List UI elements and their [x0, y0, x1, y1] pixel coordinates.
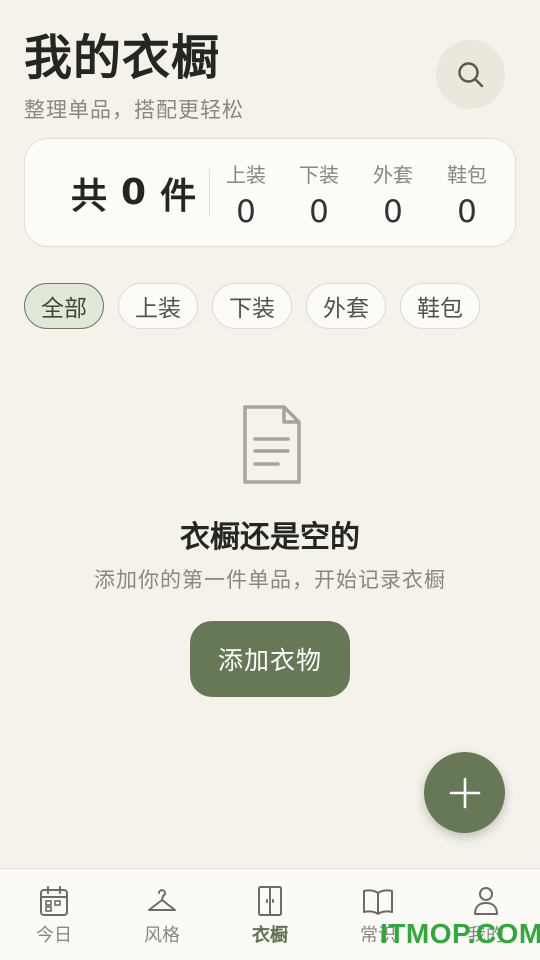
- book-icon: [363, 889, 393, 915]
- summary-card: 共 0 件 上装 0 下装 0 外套 0 鞋包 0: [24, 138, 516, 247]
- tab-wardrobe[interactable]: 衣橱: [216, 869, 324, 960]
- divider: [209, 169, 210, 217]
- filter-chip-all[interactable]: 全部: [24, 283, 104, 329]
- tab-label: 风格: [144, 925, 180, 946]
- empty-title: 衣橱还是空的: [180, 520, 360, 555]
- stat-outerwear: 外套 0: [363, 159, 423, 230]
- stat-value: 0: [236, 194, 256, 230]
- total-number: 0: [121, 172, 149, 213]
- tab-today[interactable]: 今日: [0, 869, 108, 960]
- tab-style[interactable]: 风格: [108, 869, 216, 960]
- page-title: 我的衣橱: [24, 30, 221, 86]
- total-count: 共 0 件: [71, 139, 198, 246]
- header: 我的衣橱 整理单品，搭配更轻松: [24, 28, 244, 124]
- calendar-icon: [40, 886, 68, 916]
- stat-shoes-bags: 鞋包 0: [437, 159, 497, 230]
- stat-label: 上装: [226, 163, 266, 187]
- search-icon: [457, 61, 483, 87]
- stat-label: 下装: [299, 163, 339, 187]
- wardrobe-icon: [258, 886, 282, 916]
- empty-subtitle: 添加你的第一件单品，开始记录衣橱: [94, 568, 446, 592]
- filter-chip-tops[interactable]: 上装: [118, 283, 198, 329]
- stat-label: 外套: [373, 163, 413, 187]
- tab-label: 今日: [36, 925, 72, 946]
- stat-tops: 上装 0: [216, 159, 276, 230]
- stat-bottoms: 下装 0: [289, 159, 349, 230]
- hanger-icon: [148, 889, 176, 911]
- watermark: ITMOP.COM: [380, 918, 540, 949]
- filter-chip-bottoms[interactable]: 下装: [212, 283, 292, 329]
- total-prefix: 共: [71, 175, 110, 217]
- add-clothing-button[interactable]: 添加衣物: [190, 621, 350, 697]
- search-button[interactable]: [436, 40, 505, 109]
- stat-value: 0: [309, 194, 329, 230]
- total-suffix: 件: [160, 175, 199, 217]
- filter-chip-outerwear[interactable]: 外套: [306, 283, 386, 329]
- tab-label: 衣橱: [252, 925, 288, 946]
- stat-value: 0: [383, 194, 403, 230]
- person-icon: [474, 887, 498, 915]
- plus-icon: [449, 777, 480, 808]
- filter-chips: 全部 上装 下装 外套 鞋包: [24, 283, 494, 329]
- stat-value: 0: [457, 194, 477, 230]
- filter-chip-shoes-bags[interactable]: 鞋包: [400, 283, 480, 329]
- page-subtitle: 整理单品，搭配更轻松: [24, 98, 244, 122]
- document-icon: [243, 405, 301, 484]
- add-fab-button[interactable]: [424, 752, 505, 833]
- stat-label: 鞋包: [447, 163, 487, 187]
